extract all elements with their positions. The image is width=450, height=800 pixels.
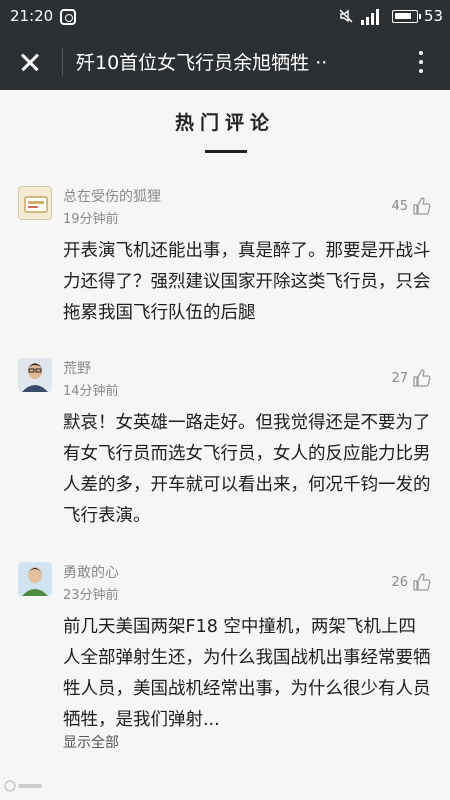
like-count: 26: [391, 575, 408, 590]
show-all-link[interactable]: 显示全部: [63, 732, 119, 752]
close-icon[interactable]: [12, 44, 48, 80]
like-count: 27: [391, 371, 408, 386]
comment-time: 19分钟前: [63, 212, 119, 227]
battery-icon: [392, 10, 421, 23]
section-heading: 热门评论: [174, 112, 275, 134]
title-divider: [62, 48, 63, 76]
thumbs-up-icon: [413, 573, 431, 591]
like-button[interactable]: 45: [386, 196, 440, 220]
heading-underline: [205, 150, 247, 153]
avatar[interactable]: [18, 186, 52, 220]
app-icon: [60, 9, 76, 25]
comment-author[interactable]: 总在受伤的狐狸: [63, 186, 161, 206]
page-title: 歼10首位女飞行员余旭牺牲 ··: [76, 52, 328, 74]
signal-icon: [361, 9, 379, 25]
title-bar: 歼10首位女飞行员余旭牺牲 ··: [0, 34, 450, 90]
status-bar: 21:20 53: [0, 0, 450, 34]
thumbs-up-icon: [413, 369, 431, 387]
comment-author[interactable]: 勇敢的心: [63, 562, 119, 582]
comment-author[interactable]: 荒野: [63, 358, 91, 378]
watermark-logo: [4, 780, 44, 795]
avatar[interactable]: [18, 562, 52, 596]
thumbs-up-icon: [413, 197, 431, 215]
comment-text: 默哀！女英雄一路走好。但我觉得还是不要为了有女飞行员而选女飞行员，女人的反应能力…: [63, 413, 431, 526]
more-icon[interactable]: [410, 46, 432, 78]
like-count: 45: [391, 199, 408, 214]
comment-time: 14分钟前: [63, 384, 119, 399]
status-time: 21:20: [10, 7, 54, 25]
comment-time: 23分钟前: [63, 588, 119, 603]
mute-icon: [339, 9, 353, 23]
like-button[interactable]: 27: [386, 368, 440, 392]
like-button[interactable]: 26: [386, 572, 440, 596]
battery-level: 53: [424, 7, 444, 25]
comment-text: 开表演飞机还能出事，真是醉了。那要是开战斗力还得了？强烈建议国家开除这类飞行员，…: [63, 241, 431, 323]
comment-text: 前几天美国两架F18 空中撞机，两架飞机上四人全部弹射生还，为什么我国战机出事经…: [63, 617, 431, 730]
avatar[interactable]: [18, 358, 52, 392]
